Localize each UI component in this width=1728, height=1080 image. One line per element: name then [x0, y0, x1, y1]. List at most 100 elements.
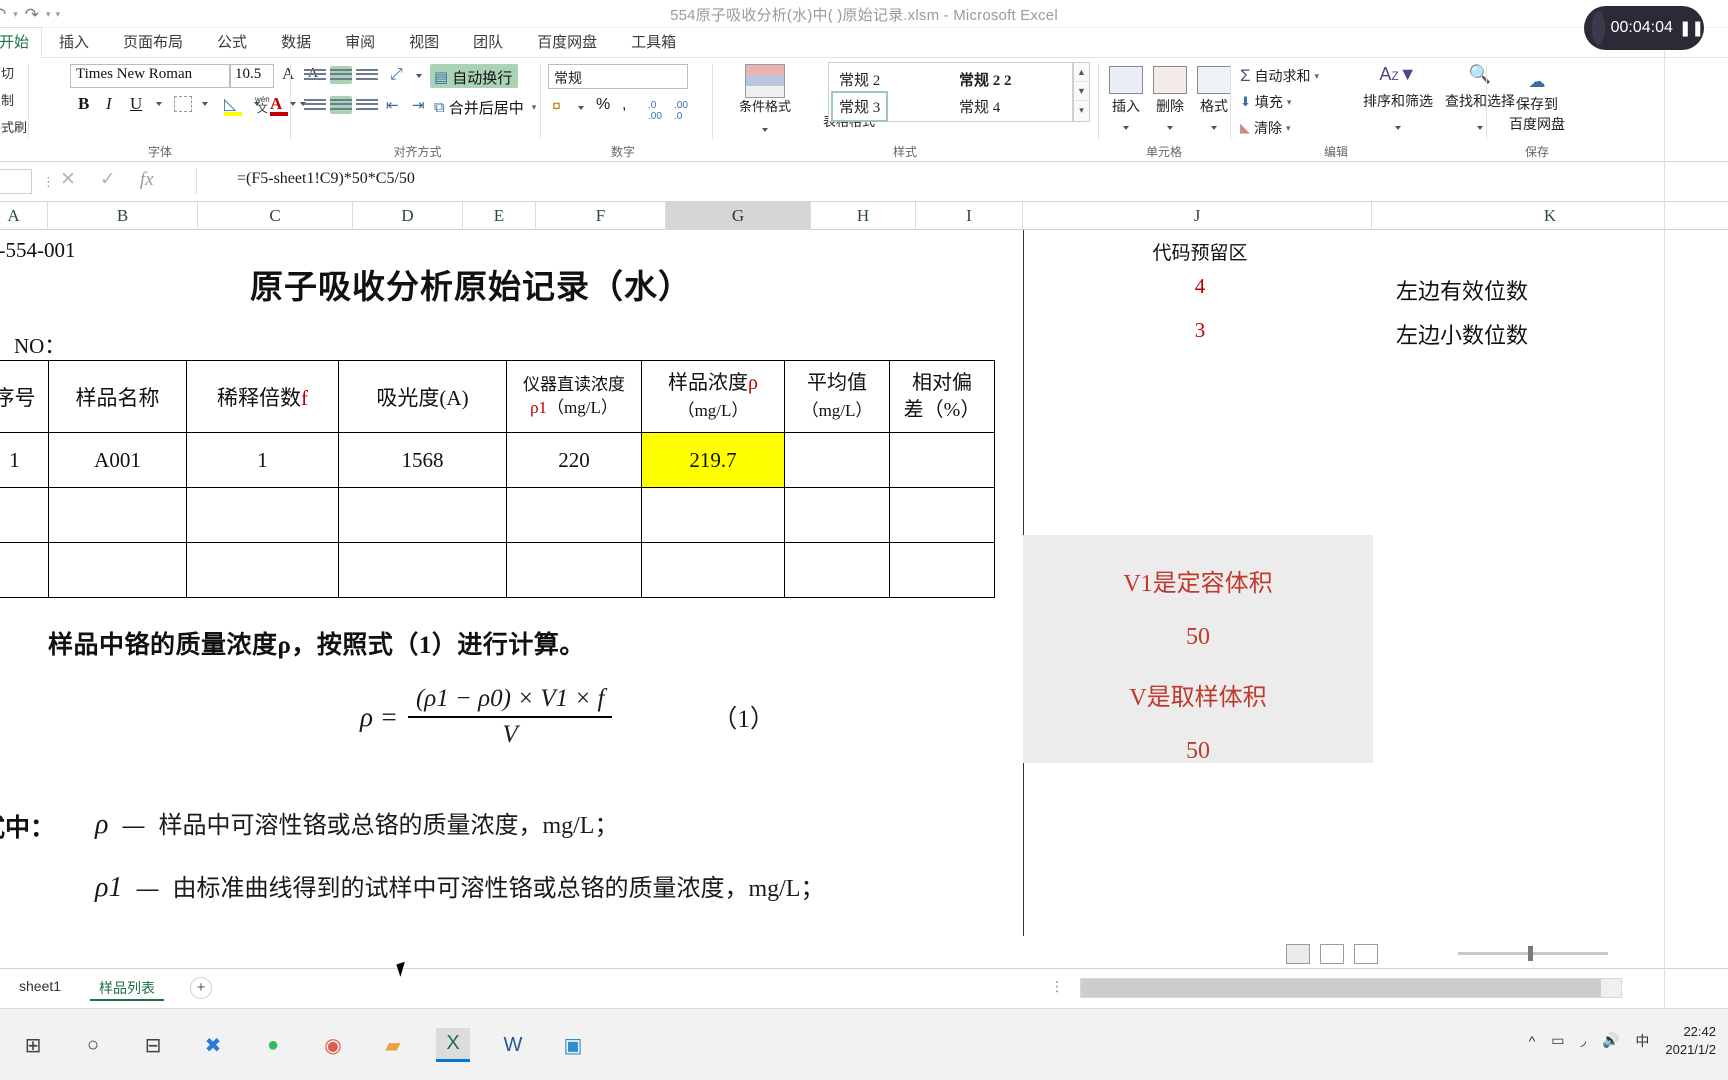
conditional-formatting-button[interactable]: 条件格式 [728, 64, 802, 132]
page-layout-view-button[interactable] [1320, 944, 1344, 964]
sheet-tab-sample-list[interactable]: 样品列表 [90, 975, 164, 1001]
confirm-formula-icon[interactable]: ✓ [100, 168, 116, 191]
page-break-view-button[interactable] [1354, 944, 1378, 964]
vscode-icon[interactable]: ✖ [196, 1028, 230, 1062]
formula-input[interactable]: =(F5-sheet1!C9)*50*C5/50 [196, 168, 1724, 194]
autosum-dropdown-icon[interactable]: ▾ [1315, 71, 1320, 82]
sort-filter-button[interactable]: AZ▼ 排序和筛选 [1358, 64, 1438, 130]
cell-absorbance[interactable] [338, 487, 507, 543]
number-format-select[interactable]: 常规 [548, 64, 688, 89]
align-top-button[interactable] [304, 66, 326, 84]
style-item-normal3[interactable]: 常规 3 [831, 91, 889, 122]
merge-dropdown-icon[interactable]: ▾ [532, 102, 537, 113]
underline-button[interactable]: U [130, 94, 142, 114]
cell-instrument-conc[interactable]: 220 [506, 432, 642, 488]
cell-average[interactable] [784, 487, 890, 543]
currency-icon[interactable]: ¤ [552, 98, 561, 116]
cell-average[interactable] [784, 542, 890, 598]
format-cells-button[interactable]: 格式 [1194, 66, 1234, 130]
column-header-C[interactable]: C [198, 202, 353, 230]
wrap-text-button[interactable]: ▤ 自动换行 [430, 64, 519, 88]
cell-sample-conc[interactable] [641, 542, 785, 598]
sort-filter-dropdown-icon[interactable] [1395, 126, 1401, 130]
reserved-value-1[interactable]: 4 [1100, 274, 1300, 299]
gallery-more-icon[interactable]: ▾ [1074, 101, 1089, 120]
column-header-E[interactable]: E [463, 202, 536, 230]
decrease-decimal-icon[interactable]: .00.0 [674, 100, 688, 122]
chrome-icon[interactable]: ◉ [316, 1028, 350, 1062]
increase-decimal-icon[interactable]: .0.00 [648, 100, 662, 122]
cell-dilution[interactable] [186, 487, 339, 543]
horizontal-scrollbar[interactable] [1080, 978, 1622, 998]
comma-style-button[interactable]: , [622, 96, 626, 114]
currency-dropdown-icon[interactable] [578, 106, 584, 110]
find-select-dropdown-icon[interactable] [1477, 126, 1483, 130]
cell-absorbance[interactable]: 1568 [338, 432, 507, 488]
tab-team[interactable]: 团队 [456, 28, 520, 58]
orientation-dropdown-icon[interactable] [416, 74, 422, 78]
cell-average[interactable] [784, 432, 890, 488]
delete-cells-button[interactable]: 删除 [1150, 66, 1190, 130]
save-to-baidu-button[interactable]: ☁ 保存到 百度网盘 [1492, 72, 1582, 134]
add-sheet-button[interactable]: + [190, 977, 212, 999]
network-icon[interactable]: ◞ [1581, 1032, 1586, 1049]
taskbar-clock[interactable]: 22:42 2021/1/2 [1665, 1023, 1716, 1058]
align-right-button[interactable] [356, 96, 378, 114]
column-header-J[interactable]: J [1023, 202, 1372, 230]
align-left-button[interactable] [304, 96, 326, 114]
volume-icon[interactable]: 🔊 [1602, 1032, 1619, 1049]
clear-dropdown-icon[interactable]: ▾ [1286, 123, 1291, 134]
cancel-formula-icon[interactable]: ✕ [60, 168, 76, 191]
formula-bar-grip[interactable]: ⋮ [42, 174, 55, 190]
media-player-icon[interactable]: ▣ [556, 1028, 590, 1062]
tab-data[interactable]: 数据 [264, 28, 328, 58]
align-bottom-button[interactable] [356, 66, 378, 84]
search-icon[interactable]: ○ [76, 1028, 110, 1062]
align-center-button[interactable] [330, 96, 352, 114]
fill-color-icon[interactable]: ◺ [224, 94, 242, 116]
underline-dropdown-icon[interactable] [156, 102, 162, 106]
align-middle-button[interactable] [330, 66, 352, 84]
gallery-scroll-down-icon[interactable]: ▼ [1074, 82, 1089, 101]
reserved-value-2[interactable]: 3 [1100, 318, 1300, 343]
tab-home[interactable]: 开始 [0, 27, 43, 58]
italic-button[interactable]: I [106, 94, 112, 114]
name-box[interactable]: e [0, 169, 32, 194]
insert-cells-button[interactable]: 插入 [1106, 66, 1146, 130]
word-icon[interactable]: W [496, 1028, 530, 1062]
format-dropdown-icon[interactable] [1211, 126, 1217, 130]
increase-indent-icon[interactable]: ⇥ [412, 96, 425, 114]
fill-dropdown-icon[interactable]: ▾ [1287, 97, 1292, 108]
clear-button[interactable]: ◣ 清除 ▾ [1240, 118, 1291, 138]
styles-gallery-scrollbar[interactable]: ▲ ▼ ▾ [1073, 62, 1090, 122]
cell-dilution[interactable] [186, 542, 339, 598]
cell-serial[interactable] [0, 542, 49, 598]
cell-instrument-conc[interactable] [506, 542, 642, 598]
bold-button[interactable]: B [78, 94, 89, 114]
gallery-scroll-up-icon[interactable]: ▲ [1074, 63, 1089, 82]
cell-sample-conc[interactable] [641, 487, 785, 543]
horizontal-scroll-thumb[interactable] [1081, 979, 1601, 997]
percent-style-button[interactable]: % [596, 96, 610, 114]
ime-indicator[interactable]: 中 [1635, 1031, 1649, 1051]
tab-insert[interactable]: 插入 [42, 28, 106, 58]
wechat-icon[interactable]: ● [256, 1028, 290, 1062]
autosum-button[interactable]: Σ 自动求和 ▾ [1240, 66, 1319, 86]
zoom-slider[interactable] [1458, 946, 1608, 961]
tab-page-layout[interactable]: 页面布局 [106, 28, 200, 58]
insert-function-icon[interactable]: fx [140, 169, 154, 191]
excel-icon[interactable]: X [436, 1028, 470, 1062]
cell-rel-deviation[interactable] [889, 542, 995, 598]
column-header-D[interactable]: D [353, 202, 463, 230]
cell-absorbance[interactable] [338, 542, 507, 598]
zoom-slider-knob[interactable] [1528, 946, 1533, 961]
column-header-H[interactable]: H [811, 202, 916, 230]
font-name-input[interactable]: Times New Roman [70, 64, 230, 88]
pause-icon[interactable]: ❚❚ [1679, 19, 1704, 37]
orientation-icon[interactable]: ⤢ [390, 66, 403, 84]
cell-dilution[interactable]: 1 [186, 432, 339, 488]
v1-value[interactable]: 50 [1023, 624, 1373, 651]
delete-dropdown-icon[interactable] [1167, 126, 1173, 130]
borders-dropdown-icon[interactable] [202, 102, 208, 106]
battery-icon[interactable]: ▭ [1551, 1032, 1564, 1049]
